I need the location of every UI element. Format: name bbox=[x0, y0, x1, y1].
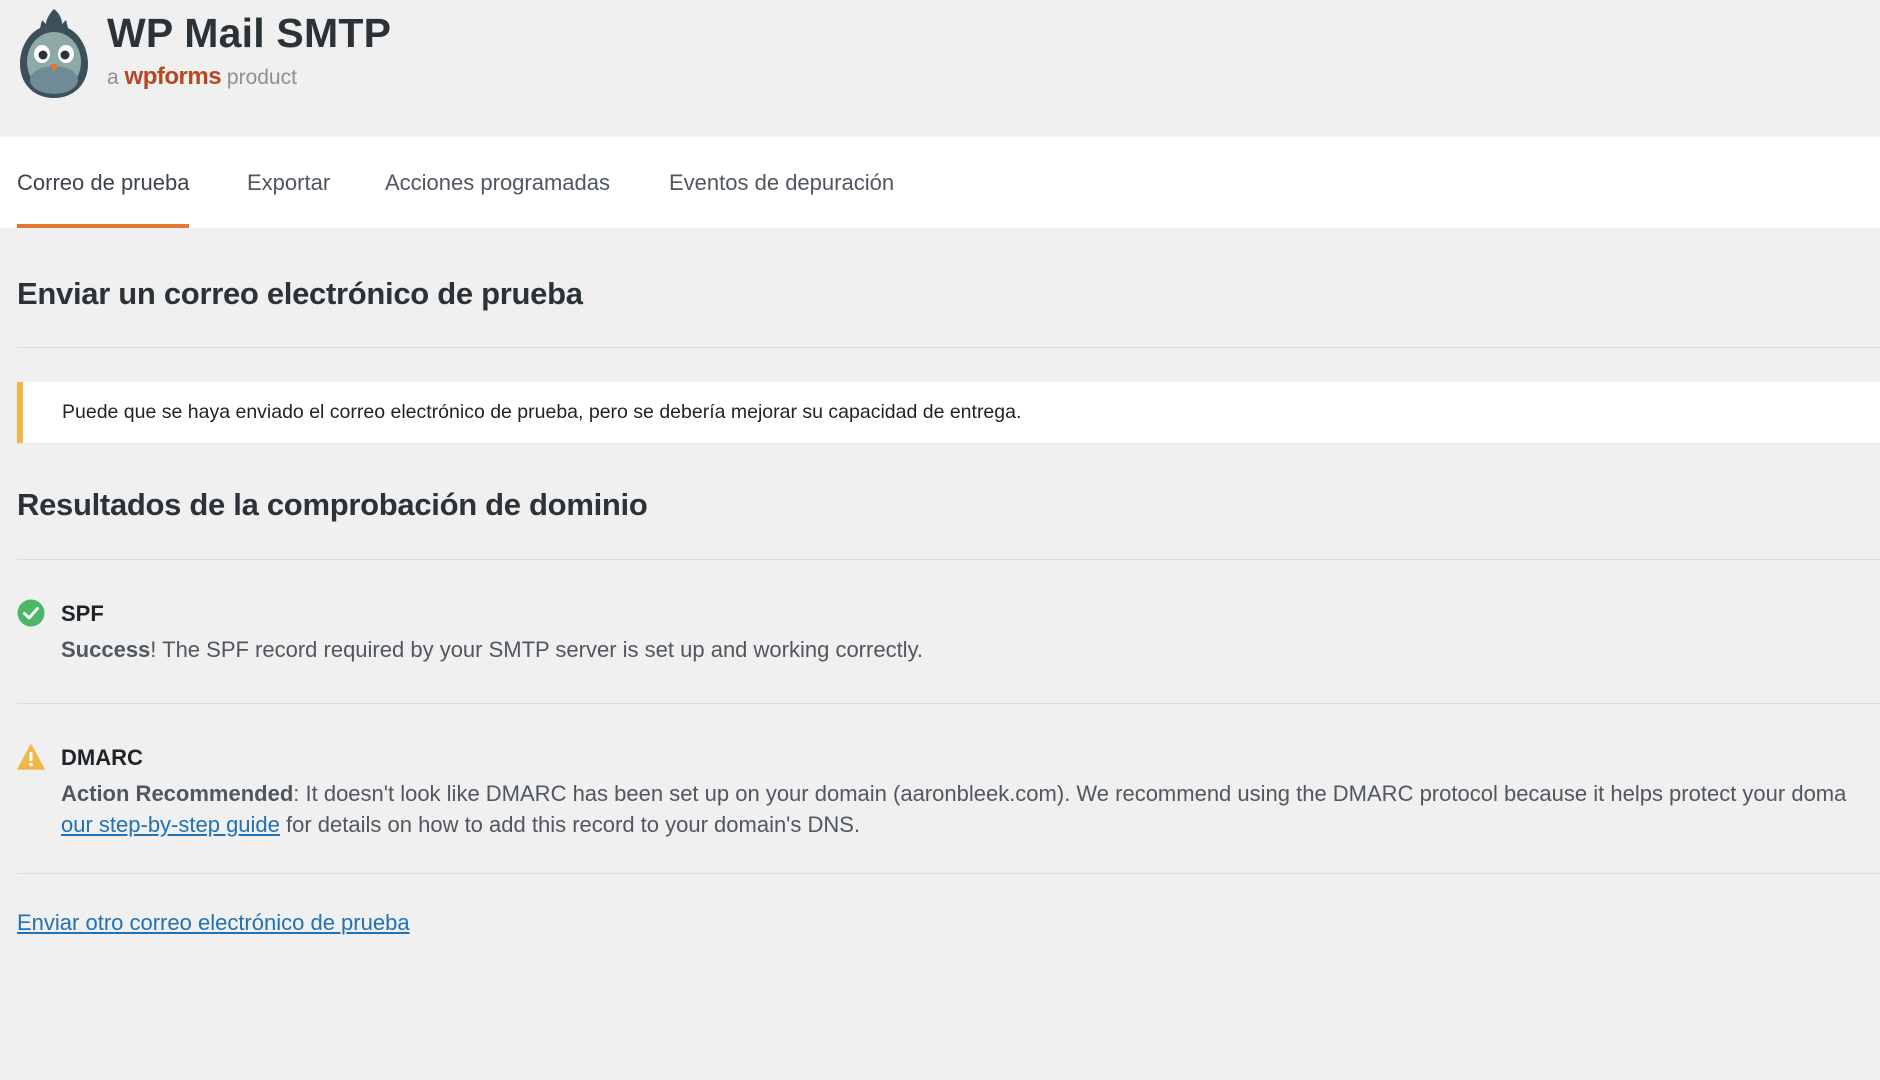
dmarc-check-message: Action Recommended: It doesn't look like… bbox=[61, 781, 1846, 807]
divider bbox=[17, 703, 1880, 704]
tab-scheduled-actions[interactable]: Acciones programadas bbox=[385, 137, 610, 228]
plugin-header: WP Mail SMTP a wpforms product bbox=[0, 0, 1880, 137]
brand-subtitle: a wpforms product bbox=[107, 63, 297, 91]
spf-check-message: Success! The SPF record required by your… bbox=[61, 637, 923, 663]
dmarc-guide-line: our step-by-step guide for details on ho… bbox=[61, 812, 860, 838]
step-by-step-guide-link[interactable]: our step-by-step guide bbox=[61, 812, 280, 837]
dmarc-check-name: DMARC bbox=[61, 745, 143, 770]
spf-status-label: Success bbox=[61, 637, 151, 662]
plugin-title: WP Mail SMTP bbox=[107, 10, 392, 56]
spf-check-name: SPF bbox=[61, 601, 104, 626]
wpforms-wordmark: wpforms bbox=[124, 63, 222, 90]
dmarc-guide-suffix: for details on how to add this record to… bbox=[279, 812, 861, 837]
pigeon-logo-icon bbox=[20, 9, 88, 98]
brand-sub-prefix: a bbox=[107, 66, 119, 89]
tab-debug-events[interactable]: Eventos de depuración bbox=[669, 137, 894, 228]
divider bbox=[17, 873, 1880, 874]
divider bbox=[17, 559, 1880, 560]
dmarc-status-label: Action Recommended bbox=[61, 781, 294, 806]
results-title: Resultados de la comprobación de dominio bbox=[17, 487, 648, 522]
page-title: Enviar un correo electrónico de prueba bbox=[17, 276, 583, 311]
tools-tab-bar: Correo de prueba Exportar Acciones progr… bbox=[0, 137, 1880, 228]
warning-triangle-icon bbox=[17, 744, 45, 770]
tab-export[interactable]: Exportar bbox=[247, 137, 330, 228]
divider bbox=[17, 347, 1880, 348]
dmarc-message-text: : It doesn't look like DMARC has been se… bbox=[293, 781, 1847, 806]
send-another-test-link[interactable]: Enviar otro correo electrónico de prueba bbox=[17, 910, 410, 935]
brand-sub-suffix: product bbox=[226, 66, 297, 89]
check-circle-icon bbox=[17, 599, 45, 627]
tab-test-email[interactable]: Correo de prueba bbox=[17, 137, 190, 228]
notice-text: Puede que se haya enviado el correo elec… bbox=[62, 401, 1022, 423]
warning-notice: Puede que se haya enviado el correo elec… bbox=[17, 382, 1880, 443]
send-another-test-container: Enviar otro correo electrónico de prueba bbox=[17, 910, 410, 936]
spf-message-text: ! The SPF record required by your SMTP s… bbox=[150, 637, 924, 662]
